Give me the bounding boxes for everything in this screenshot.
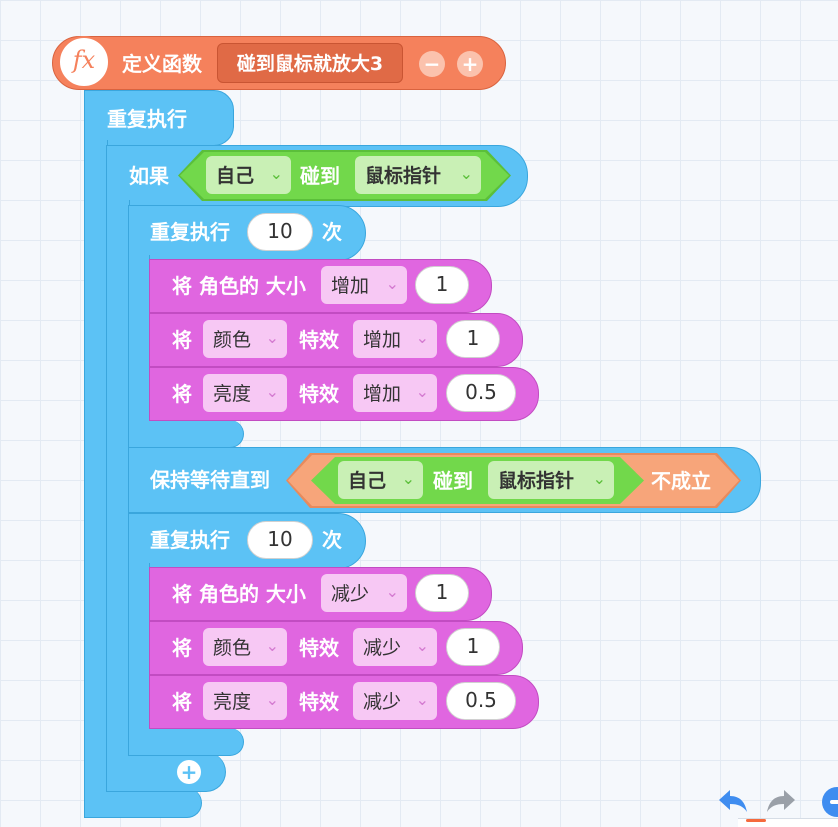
forever-block-foot (84, 788, 202, 818)
touching-label: 碰到 (433, 469, 473, 493)
function-icon: fx (58, 36, 110, 88)
repeat-times-label: 次 (322, 528, 342, 552)
function-name-field[interactable]: 碰到鼠标就放大3 (217, 43, 403, 83)
forever-block-arm (84, 140, 108, 792)
chevron-down-icon: ⌄ (269, 164, 283, 183)
chevron-down-icon: ⌄ (459, 164, 473, 183)
undo-icon[interactable] (716, 786, 750, 816)
not-label: 不成立 (651, 469, 711, 493)
chevron-down-icon: ⌄ (385, 582, 399, 601)
effect-op-dropdown[interactable]: 增加 ⌄ (353, 374, 437, 412)
wait-until-label: 保持等待直到 (150, 468, 270, 492)
if-block-arm (106, 200, 130, 758)
chevron-down-icon: ⌄ (265, 636, 279, 655)
repeat-count-input[interactable]: 10 (247, 213, 313, 251)
repeat-block-arm (128, 563, 150, 733)
chevron-down-icon: ⌄ (415, 382, 429, 401)
redo-icon[interactable] (764, 786, 798, 816)
add-param-button[interactable]: + (457, 51, 483, 77)
chevron-down-icon: ⌄ (265, 382, 279, 401)
effect-value-input[interactable]: 1 (446, 320, 500, 358)
touching-label: 碰到 (300, 164, 340, 188)
if-label: 如果 (129, 164, 169, 188)
size-value-input[interactable]: 1 (415, 574, 469, 612)
target-dropdown[interactable]: 鼠标指针 ⌄ (488, 461, 614, 499)
effect-dropdown[interactable]: 颜色 ⌄ (203, 628, 287, 666)
remove-param-button[interactable]: − (419, 51, 445, 77)
chevron-down-icon: ⌄ (385, 274, 399, 293)
repeat-times-label: 次 (322, 220, 342, 244)
if-block-foot (106, 752, 226, 792)
set-label: 将 (172, 328, 192, 352)
effect-label: 特效 (299, 382, 339, 406)
effect-value-input[interactable]: 1 (446, 628, 500, 666)
chevron-down-icon: ⌄ (265, 328, 279, 347)
effect-label: 特效 (299, 690, 339, 714)
effect-dropdown[interactable]: 亮度 ⌄ (203, 374, 287, 412)
effect-op-dropdown[interactable]: 增加 ⌄ (353, 320, 437, 358)
effect-op-dropdown[interactable]: 减少 ⌄ (353, 682, 437, 720)
set-label: 将 (172, 690, 192, 714)
effect-label: 特效 (299, 636, 339, 660)
chevron-down-icon: ⌄ (592, 469, 606, 488)
repeat-block-foot (128, 728, 244, 756)
add-branch-button[interactable]: + (177, 760, 201, 784)
effect-label: 特效 (299, 328, 339, 352)
change-size-label: 将 角色的 大小 (172, 274, 306, 298)
effect-dropdown[interactable]: 亮度 ⌄ (203, 682, 287, 720)
repeat-block-foot (128, 420, 244, 448)
define-function-label: 定义函数 (122, 52, 202, 76)
effect-dropdown[interactable]: 颜色 ⌄ (203, 320, 287, 358)
chevron-down-icon: ⌄ (415, 636, 429, 655)
repeat-label: 重复执行 (150, 220, 230, 244)
chevron-down-icon: ⌄ (415, 328, 429, 347)
change-size-label: 将 角色的 大小 (172, 582, 306, 606)
forever-label: 重复执行 (107, 107, 187, 131)
chevron-down-icon: ⌄ (415, 690, 429, 709)
subject-dropdown[interactable]: 自己 ⌄ (206, 156, 291, 194)
chevron-down-icon: ⌄ (401, 469, 415, 488)
set-label: 将 (172, 382, 192, 406)
set-label: 将 (172, 636, 192, 660)
size-op-dropdown[interactable]: 增加 ⌄ (321, 266, 407, 304)
repeat-count-input[interactable]: 10 (247, 521, 313, 559)
effect-value-input[interactable]: 0.5 (446, 682, 516, 720)
size-op-dropdown[interactable]: 减少 ⌄ (321, 574, 407, 612)
size-value-input[interactable]: 1 (415, 266, 469, 304)
effect-op-dropdown[interactable]: 减少 ⌄ (353, 628, 437, 666)
repeat-block-arm (128, 255, 150, 425)
target-dropdown[interactable]: 鼠标指针 ⌄ (355, 156, 481, 194)
effect-value-input[interactable]: 0.5 (446, 374, 516, 412)
chevron-down-icon: ⌄ (265, 690, 279, 709)
zoom-out-icon[interactable] (822, 787, 838, 817)
subject-dropdown[interactable]: 自己 ⌄ (338, 461, 423, 499)
repeat-label: 重复执行 (150, 528, 230, 552)
